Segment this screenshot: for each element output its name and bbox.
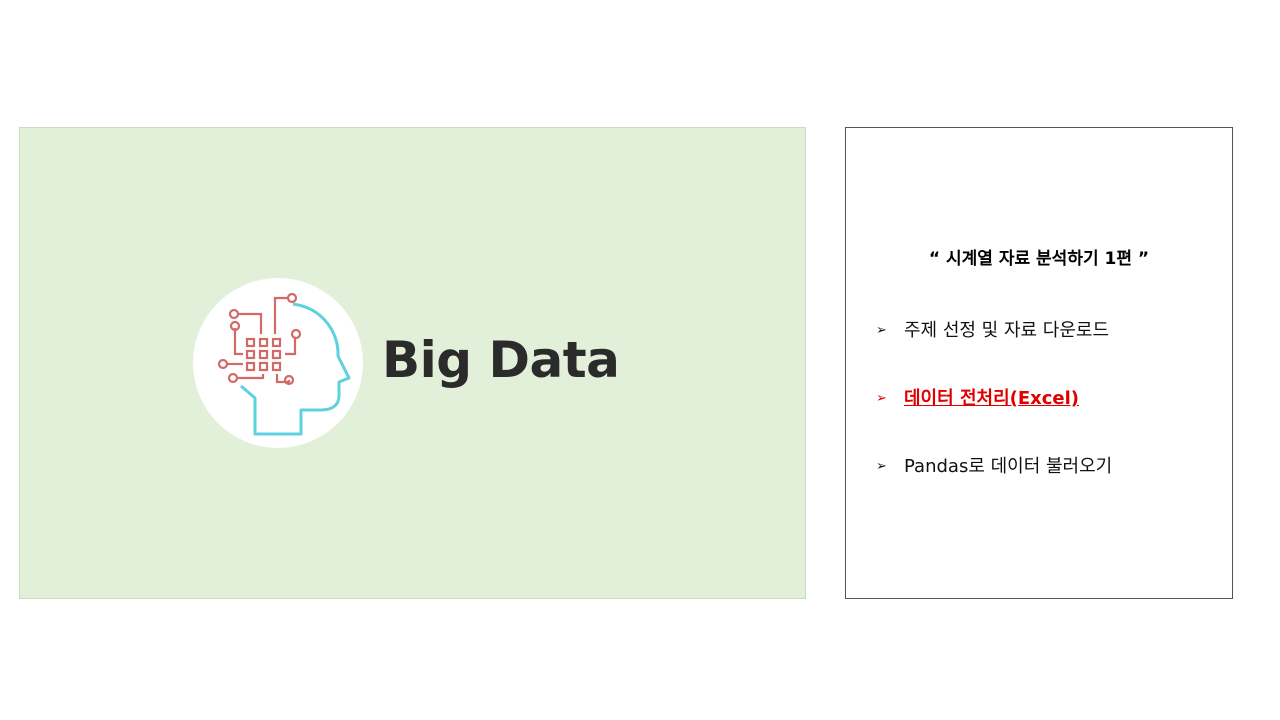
agenda-list: ➢ 주제 선정 및 자료 다운로드 ➢ 데이터 전처리(Excel) ➢ Pandas… [876,316,1112,520]
panel-title: “ 시계열 자료 분석하기 1편 ” [928,249,1150,269]
arrow-bullet-icon: ➢ [876,391,887,406]
agenda-item-topic-download: ➢ 주제 선정 및 자료 다운로드 [876,316,1112,384]
agenda-item-pandas-load: ➢ Pandas로 데이터 불러오기 [876,452,1112,520]
agenda-item-label: Pandas로 데이터 불러오기 [904,456,1113,477]
slide: Big Data “ 시계열 자료 분석하기 1편 ” ➢ 주제 선정 및 자료 … [0,0,1280,720]
agenda-item-preprocessing: ➢ 데이터 전처리(Excel) [876,384,1112,452]
big-data-banner: Big Data [19,127,806,599]
arrow-bullet-icon: ➢ [876,459,887,474]
arrow-bullet-icon: ➢ [876,323,887,338]
logo-circle [193,278,363,448]
brain-circuit-icon [217,292,351,436]
agenda-item-label: 데이터 전처리(Excel) [904,388,1080,409]
logo-text: Big Data [382,331,620,389]
agenda-panel: “ 시계열 자료 분석하기 1편 ” ➢ 주제 선정 및 자료 다운로드 ➢ 데이터… [845,127,1233,599]
agenda-item-label: 주제 선정 및 자료 다운로드 [904,320,1110,341]
